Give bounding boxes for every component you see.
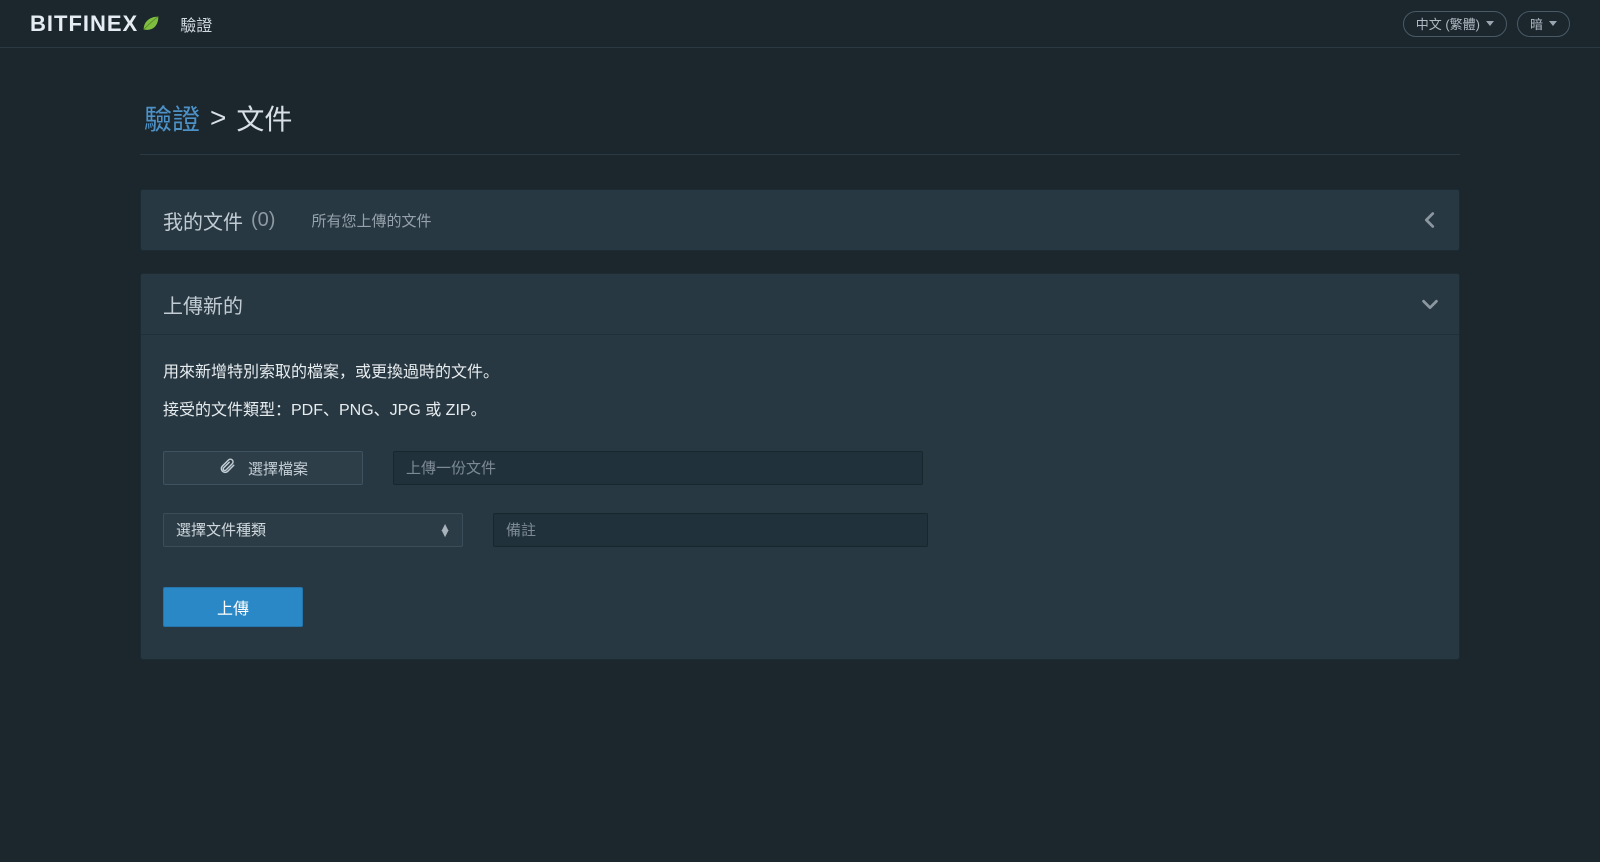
upload-button[interactable]: 上傳 — [163, 587, 303, 627]
my-files-count: (0) — [251, 209, 275, 232]
upload-desc-1: 用來新增特別索取的檔案，或更換過時的文件。 — [163, 361, 1437, 385]
doc-type-select[interactable]: 選擇文件種類 — [163, 513, 463, 547]
note-input[interactable] — [493, 513, 928, 547]
topbar-right: 中文 (繁體) 暗 — [1403, 11, 1570, 37]
breadcrumb: 驗證 > 文件 — [140, 98, 1460, 155]
meta-row: 選擇文件種類 ▲▼ — [163, 513, 1437, 547]
my-files-title: 我的文件 — [163, 206, 243, 235]
caret-down-icon — [1549, 21, 1557, 26]
brand-text: BITFINEX — [30, 11, 138, 37]
my-files-title-group: 我的文件 (0) — [163, 206, 275, 235]
theme-label: 暗 — [1530, 14, 1543, 33]
submit-row: 上傳 — [163, 587, 1437, 627]
my-files-panel-header[interactable]: 我的文件 (0) 所有您上傳的文件 — [141, 190, 1459, 250]
choose-file-button[interactable]: 選擇檔案 — [163, 451, 363, 485]
doc-type-select-wrap: 選擇文件種類 ▲▼ — [163, 513, 463, 547]
breadcrumb-root-link[interactable]: 驗證 — [144, 98, 200, 138]
file-row: 選擇檔案 — [163, 451, 1437, 485]
upload-panel-title: 上傳新的 — [163, 290, 243, 319]
app-section-label: 驗證 — [180, 12, 212, 36]
language-select[interactable]: 中文 (繁體) — [1403, 11, 1507, 37]
topbar-left: BITFINEX 驗證 — [30, 11, 212, 37]
choose-file-label: 選擇檔案 — [248, 458, 308, 479]
my-files-subtitle: 所有您上傳的文件 — [311, 210, 431, 231]
page-content: 驗證 > 文件 我的文件 (0) 所有您上傳的文件 上傳新的 用來新增特別索取的… — [140, 48, 1460, 742]
caret-down-icon — [1486, 21, 1494, 26]
upload-panel: 上傳新的 用來新增特別索取的檔案，或更換過時的文件。 接受的文件類型：PDF、P… — [140, 273, 1460, 660]
leaf-icon — [140, 13, 162, 35]
upload-panel-header[interactable]: 上傳新的 — [141, 274, 1459, 334]
brand-logo[interactable]: BITFINEX — [30, 11, 162, 37]
chevron-left-icon — [1419, 209, 1441, 231]
top-bar: BITFINEX 驗證 中文 (繁體) 暗 — [0, 0, 1600, 48]
upload-panel-body: 用來新增特別索取的檔案，或更換過時的文件。 接受的文件類型：PDF、PNG、JP… — [141, 334, 1459, 659]
my-files-panel: 我的文件 (0) 所有您上傳的文件 — [140, 189, 1460, 251]
upload-desc-2: 接受的文件類型：PDF、PNG、JPG 或 ZIP。 — [163, 399, 1437, 423]
file-name-display[interactable] — [393, 451, 923, 485]
breadcrumb-separator: > — [210, 102, 226, 134]
breadcrumb-current: 文件 — [236, 98, 292, 138]
theme-select[interactable]: 暗 — [1517, 11, 1570, 37]
chevron-down-icon — [1419, 293, 1441, 315]
language-label: 中文 (繁體) — [1416, 14, 1480, 33]
paperclip-icon — [218, 457, 236, 479]
